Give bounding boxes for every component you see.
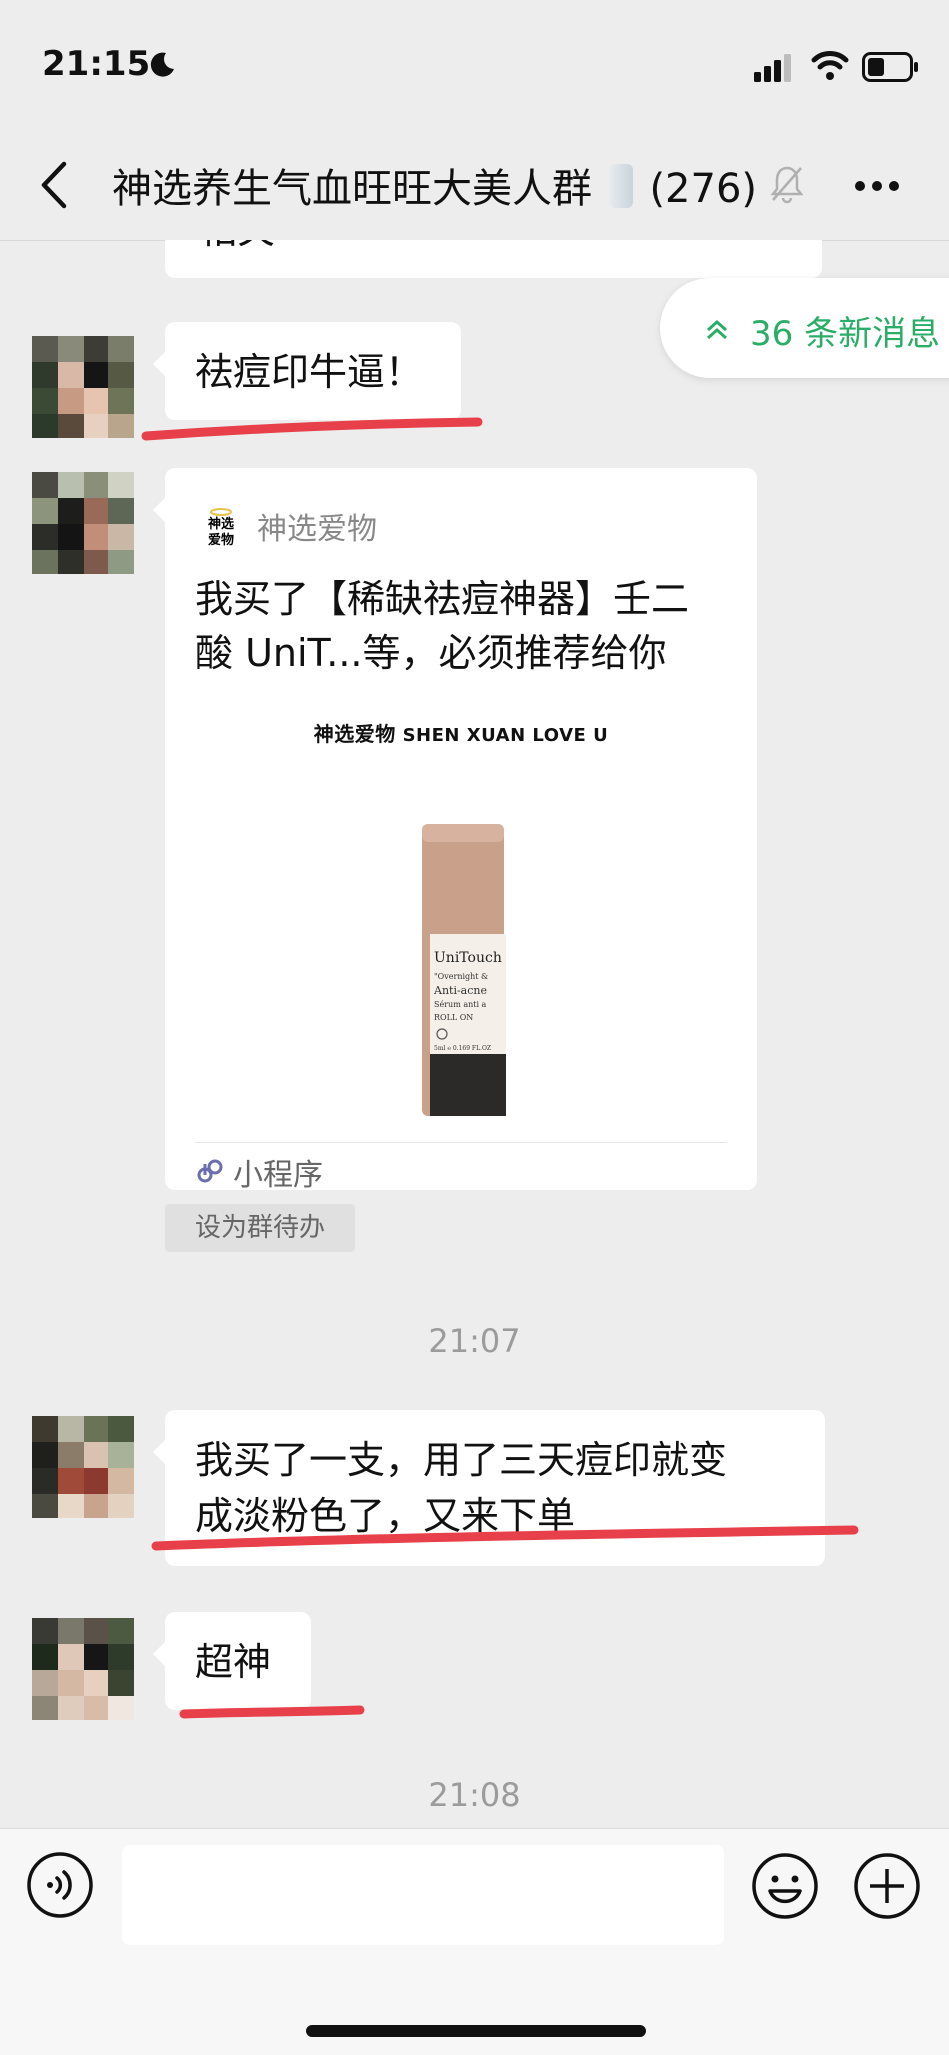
product-label-line: Anti-acne: [433, 984, 487, 997]
group-title: 神选养生气血旺旺大美人群 (276): [112, 156, 757, 214]
group-name: 神选养生气血旺旺大美人群: [112, 166, 592, 212]
timestamp: 21:08: [428, 1776, 521, 1814]
chat-header: 神选养生气血旺旺大美人群 (276): [0, 130, 949, 241]
emoji-icon[interactable]: [750, 1851, 820, 1921]
mini-program-icon: [197, 1159, 223, 1183]
highlight-underline: [179, 1705, 365, 1719]
status-time: 21:15: [42, 44, 151, 84]
message-bubble[interactable]: 超神: [153, 1612, 311, 1710]
brand-logo-icon: 神选 爱物: [208, 508, 234, 548]
plus-icon[interactable]: [852, 1851, 922, 1921]
battery-icon: [862, 52, 918, 82]
avatar[interactable]: [32, 1416, 134, 1518]
product-label-brand: UniTouch: [434, 950, 502, 966]
double-chevron-up-icon: [707, 319, 727, 340]
message-text: 超神: [195, 1640, 272, 1684]
message-text: 祛痘印牛逼！: [195, 350, 424, 394]
brand-en: SHEN XUAN LOVE U: [402, 725, 609, 746]
message-bubble[interactable]: 祛痘印牛逼！: [153, 322, 461, 420]
home-indicator: [306, 2025, 646, 2037]
card-brand: 神选爱物 SHEN XUAN LOVE U: [165, 718, 757, 747]
voice-icon[interactable]: [26, 1851, 94, 1919]
product-image: UniTouch "Overnight & Anti-acne Sérum an…: [422, 824, 506, 1116]
svg-text:神选: 神选: [208, 516, 234, 532]
mini-program-label: 小程序: [233, 1158, 323, 1193]
back-icon[interactable]: [36, 158, 72, 212]
svg-text:爱物: 爱物: [208, 532, 234, 548]
brand-cn: 神选爱物: [313, 722, 396, 746]
product-label-line: Sérum anti a: [434, 1000, 487, 1009]
avatar[interactable]: [32, 336, 134, 438]
highlight-underline: [141, 417, 483, 441]
product-label-line: "Overnight &: [434, 972, 488, 981]
set-group-todo-button[interactable]: 设为群待办: [165, 1204, 355, 1252]
input-bar: [0, 1828, 949, 2055]
mini-program-card[interactable]: 神选 爱物 神选爱物 我买了【稀缺祛痘神器】壬二酸 UniT...等，必须推荐给…: [153, 468, 757, 1193]
member-count: (276): [649, 166, 757, 212]
status-bar: 21:15: [0, 0, 949, 130]
chat-area[interactable]: 相关 祛痘印牛逼！ 36 条新消息: [0, 240, 949, 1828]
card-source: 神选爱物: [257, 512, 377, 547]
more-icon[interactable]: [852, 178, 902, 194]
timestamp: 21:07: [428, 1322, 521, 1360]
signal-icon: [754, 54, 791, 82]
new-messages-button[interactable]: 36 条新消息: [660, 278, 949, 378]
moon-icon: [150, 52, 174, 77]
highlight-underline: [151, 1525, 859, 1551]
card-title: 我买了【稀缺祛痘神器】壬二酸 UniT...等，必须推荐给你: [195, 577, 690, 675]
avatar[interactable]: [32, 472, 134, 574]
group-emoji-block: [608, 164, 633, 208]
partial-message-text: 相关: [199, 240, 275, 258]
partial-message-bubble[interactable]: 相关: [165, 240, 822, 278]
new-messages-label: 36 条新消息: [750, 314, 941, 354]
message-input[interactable]: [122, 1845, 724, 1945]
product-label-line: 5ml ℮ 0.169 FL.OZ: [434, 1045, 491, 1052]
card-divider: [195, 1142, 727, 1143]
avatar[interactable]: [32, 1618, 134, 1720]
product-label-line: ROLL ON: [434, 1013, 473, 1022]
wifi-icon: [811, 51, 849, 80]
message-text-line: 我买了一支，用了三天痘印就变: [195, 1438, 728, 1482]
mute-bell-icon: [770, 166, 804, 204]
